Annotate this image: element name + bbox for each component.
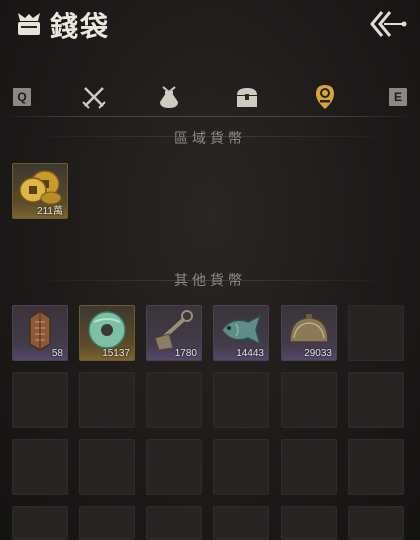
- tab-chest[interactable]: [232, 82, 262, 112]
- item-quantity: 1780: [174, 348, 197, 359]
- empty-slot[interactable]: [281, 372, 337, 428]
- currency-slot-bronze-token[interactable]: 58: [12, 305, 68, 361]
- currency-slot-jade-fish[interactable]: 14443: [213, 305, 269, 361]
- regional-currency-title: 區域貨幣: [174, 131, 246, 147]
- q-key-hint[interactable]: Q: [13, 88, 31, 106]
- currency-slot-jade-disc[interactable]: 15137: [79, 305, 135, 361]
- chest-icon: [237, 88, 257, 107]
- empty-slot[interactable]: [12, 372, 68, 428]
- header: 錢袋: [0, 0, 420, 52]
- spade-coin-icon: [154, 310, 193, 351]
- e-key-hint[interactable]: E: [389, 88, 407, 106]
- empty-slot[interactable]: [12, 506, 68, 540]
- item-quantity: 15137: [102, 348, 130, 359]
- empty-slot[interactable]: [79, 439, 135, 495]
- empty-slot[interactable]: [79, 372, 135, 428]
- currency-slot-bronze-bell[interactable]: 29033: [281, 305, 337, 361]
- empty-slot[interactable]: [281, 439, 337, 495]
- jade-disc-icon: [88, 311, 126, 349]
- item-quantity: 58: [51, 348, 63, 359]
- bronze-token-icon: [29, 310, 51, 351]
- tab-weapons[interactable]: [79, 82, 109, 112]
- empty-slot[interactable]: [146, 506, 202, 540]
- tab-pouch[interactable]: [154, 82, 184, 112]
- empty-slot[interactable]: [146, 439, 202, 495]
- bronze-bell-icon: [289, 314, 329, 343]
- empty-slot[interactable]: [12, 439, 68, 495]
- other-currency-title: 其他貨幣: [174, 273, 246, 289]
- tabs-divider: [0, 116, 420, 117]
- crossed-swords-icon: [82, 87, 106, 109]
- empty-slot[interactable]: [213, 506, 269, 540]
- empty-slot[interactable]: [146, 372, 202, 428]
- currency-slot-gold-coins[interactable]: 211萬: [12, 163, 68, 219]
- item-quantity: 211萬: [37, 206, 63, 217]
- empty-slot[interactable]: [281, 506, 337, 540]
- wallet-icon: [18, 13, 40, 35]
- currency-slot-spade-coin[interactable]: 1780: [146, 305, 202, 361]
- empty-slot[interactable]: [348, 439, 404, 495]
- empty-slot[interactable]: [213, 372, 269, 428]
- item-quantity: 29033: [304, 348, 332, 359]
- empty-slot[interactable]: [348, 506, 404, 540]
- jade-fish-icon: [221, 314, 262, 346]
- category-tabs: Q E: [0, 80, 420, 114]
- empty-slot[interactable]: [348, 305, 404, 361]
- pouch-icon: [160, 86, 178, 108]
- empty-slot[interactable]: [348, 372, 404, 428]
- empty-slot[interactable]: [213, 439, 269, 495]
- item-quantity: 14443: [236, 348, 264, 359]
- empty-slot[interactable]: [79, 506, 135, 540]
- tab-currency[interactable]: [310, 82, 340, 112]
- back-button[interactable]: [368, 8, 408, 40]
- page-title: 錢袋: [50, 10, 111, 43]
- coin-badge-icon: [316, 85, 334, 109]
